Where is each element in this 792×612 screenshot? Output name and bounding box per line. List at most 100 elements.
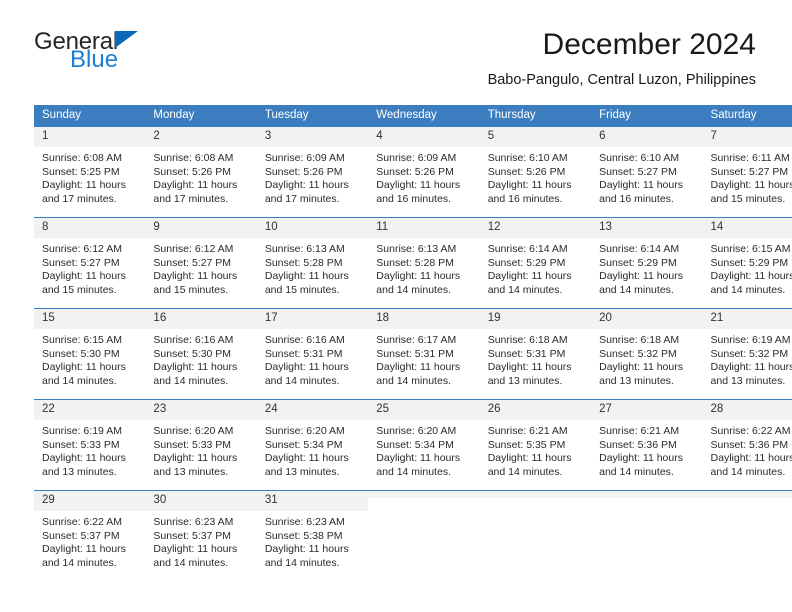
daylight-text-line2: and 14 minutes.: [376, 465, 451, 478]
day-cell[interactable]: 19 Sunrise: 6:18 AM Sunset: 5:31 PM Dayl…: [479, 308, 592, 400]
daylight-text-line2: and 17 minutes.: [153, 192, 229, 205]
sunset-text: Sunset: 5:31 PM: [264, 347, 343, 360]
weekday-header-thursday: Thursday: [479, 105, 592, 127]
day-info: Sunrise: 6:12 AM Sunset: 5:27 PM Dayligh…: [34, 238, 145, 297]
day-info: Sunrise: 6:18 AM Sunset: 5:32 PM Dayligh…: [591, 329, 702, 388]
sunset-text: Sunset: 5:27 PM: [710, 165, 789, 178]
day-cell[interactable]: 28 Sunrise: 6:22 AM Sunset: 5:36 PM Dayl…: [702, 399, 792, 491]
day-info: Sunrise: 6:19 AM Sunset: 5:33 PM Dayligh…: [34, 420, 145, 479]
daylight-text-line1: Daylight: 11 hours: [599, 179, 683, 192]
daylight-text-line1: Daylight: 11 hours: [264, 543, 349, 556]
day-cell[interactable]: 30 Sunrise: 6:23 AM Sunset: 5:37 PM Dayl…: [145, 490, 257, 581]
day-info: Sunrise: 6:20 AM Sunset: 5:33 PM Dayligh…: [145, 420, 256, 479]
day-cell[interactable]: 10 Sunrise: 6:13 AM Sunset: 5:28 PM Dayl…: [256, 217, 369, 309]
day-cell[interactable]: 17 Sunrise: 6:16 AM Sunset: 5:31 PM Dayl…: [256, 308, 369, 400]
daylight-text-line1: Daylight: 11 hours: [487, 270, 572, 283]
logo-text-blue: Blue: [70, 46, 119, 73]
day-info: Sunrise: 6:23 AM Sunset: 5:37 PM Dayligh…: [145, 511, 256, 570]
day-cell[interactable]: 27 Sunrise: 6:21 AM Sunset: 5:36 PM Dayl…: [591, 399, 703, 491]
day-cell[interactable]: 21 Sunrise: 6:19 AM Sunset: 5:32 PM Dayl…: [702, 308, 792, 400]
sunrise-text: Sunrise: 6:20 AM: [376, 425, 457, 437]
day-cell[interactable]: 4 Sunrise: 6:09 AM Sunset: 5:26 PM Dayli…: [368, 126, 480, 218]
daylight-text-line1: Daylight: 11 hours: [599, 452, 683, 465]
daylight-text-line2: and 14 minutes.: [376, 283, 451, 296]
day-info: Sunrise: 6:20 AM Sunset: 5:34 PM Dayligh…: [368, 420, 479, 479]
day-info: Sunrise: 6:15 AM Sunset: 5:29 PM Dayligh…: [703, 238, 792, 297]
day-cell[interactable]: 24 Sunrise: 6:20 AM Sunset: 5:34 PM Dayl…: [256, 399, 369, 491]
day-number: 1: [34, 127, 146, 147]
day-info: Sunrise: 6:19 AM Sunset: 5:32 PM Dayligh…: [703, 329, 792, 388]
day-cell[interactable]: 26 Sunrise: 6:21 AM Sunset: 5:35 PM Dayl…: [479, 399, 592, 491]
daylight-text-line1: Daylight: 11 hours: [153, 543, 238, 556]
day-cell[interactable]: 9 Sunrise: 6:12 AM Sunset: 5:27 PM Dayli…: [145, 217, 257, 309]
day-info: Sunrise: 6:09 AM Sunset: 5:26 PM Dayligh…: [257, 147, 368, 206]
day-cell[interactable]: 6 Sunrise: 6:10 AM Sunset: 5:27 PM Dayli…: [591, 126, 703, 218]
daylight-text-line2: and 14 minutes.: [264, 374, 340, 387]
day-cell[interactable]: 22 Sunrise: 6:19 AM Sunset: 5:33 PM Dayl…: [34, 399, 146, 491]
day-info: Sunrise: 6:08 AM Sunset: 5:26 PM Dayligh…: [145, 147, 256, 206]
daylight-text-line2: and 13 minutes.: [153, 465, 229, 478]
day-number: 12: [479, 218, 592, 238]
day-cell[interactable]: 20 Sunrise: 6:18 AM Sunset: 5:32 PM Dayl…: [591, 308, 703, 400]
day-info: Sunrise: 6:13 AM Sunset: 5:28 PM Dayligh…: [257, 238, 368, 297]
day-cell[interactable]: 3 Sunrise: 6:09 AM Sunset: 5:26 PM Dayli…: [256, 126, 369, 218]
daylight-text-line1: Daylight: 11 hours: [710, 270, 792, 283]
sunset-text: Sunset: 5:34 PM: [264, 438, 343, 451]
day-cell[interactable]: 2 Sunrise: 6:08 AM Sunset: 5:26 PM Dayli…: [145, 126, 257, 218]
sunset-text: Sunset: 5:35 PM: [487, 438, 566, 451]
day-cell[interactable]: 8 Sunrise: 6:12 AM Sunset: 5:27 PM Dayli…: [34, 217, 146, 309]
daylight-text-line2: and 13 minutes.: [42, 465, 117, 478]
sunset-text: Sunset: 5:26 PM: [264, 165, 343, 178]
day-cell[interactable]: 14 Sunrise: 6:15 AM Sunset: 5:29 PM Dayl…: [702, 217, 792, 309]
sunset-text: Sunset: 5:29 PM: [599, 256, 677, 269]
day-info: Sunrise: 6:13 AM Sunset: 5:28 PM Dayligh…: [368, 238, 479, 297]
day-info: Sunrise: 6:12 AM Sunset: 5:27 PM Dayligh…: [145, 238, 256, 297]
daylight-text-line1: Daylight: 11 hours: [42, 361, 126, 374]
day-cell[interactable]: 23 Sunrise: 6:20 AM Sunset: 5:33 PM Dayl…: [145, 399, 257, 491]
daylight-text-line2: and 13 minutes.: [710, 374, 786, 387]
day-cell[interactable]: 25 Sunrise: 6:20 AM Sunset: 5:34 PM Dayl…: [368, 399, 480, 491]
day-number: 5: [479, 127, 592, 147]
daylight-text-line2: and 13 minutes.: [599, 374, 674, 387]
day-cell[interactable]: 11 Sunrise: 6:13 AM Sunset: 5:28 PM Dayl…: [368, 217, 480, 309]
sunrise-text: Sunrise: 6:12 AM: [153, 243, 234, 255]
day-cell[interactable]: 1 Sunrise: 6:08 AM Sunset: 5:25 PM Dayli…: [34, 126, 146, 218]
weekday-header-tuesday: Tuesday: [256, 105, 369, 127]
calendar-week-row: 22 Sunrise: 6:19 AM Sunset: 5:33 PM Dayl…: [34, 399, 792, 491]
day-number: 29: [34, 491, 146, 511]
day-number: 23: [145, 400, 257, 420]
day-number: 24: [256, 400, 369, 420]
daylight-text-line2: and 15 minutes.: [710, 192, 786, 205]
day-cell[interactable]: 13 Sunrise: 6:14 AM Sunset: 5:29 PM Dayl…: [591, 217, 703, 309]
day-cell[interactable]: 5 Sunrise: 6:10 AM Sunset: 5:26 PM Dayli…: [479, 126, 592, 218]
day-cell[interactable]: 16 Sunrise: 6:16 AM Sunset: 5:30 PM Dayl…: [145, 308, 257, 400]
sunrise-text: Sunrise: 6:12 AM: [42, 243, 122, 255]
day-cell[interactable]: 18 Sunrise: 6:17 AM Sunset: 5:31 PM Dayl…: [368, 308, 480, 400]
daylight-text-line1: Daylight: 11 hours: [42, 179, 126, 192]
daylight-text-line1: Daylight: 11 hours: [376, 452, 461, 465]
sunset-text: Sunset: 5:37 PM: [42, 529, 120, 542]
sunrise-text: Sunrise: 6:11 AM: [710, 152, 790, 164]
day-cell[interactable]: 15 Sunrise: 6:15 AM Sunset: 5:30 PM Dayl…: [34, 308, 146, 400]
daylight-text-line1: Daylight: 11 hours: [710, 452, 792, 465]
day-cell[interactable]: 7 Sunrise: 6:11 AM Sunset: 5:27 PM Dayli…: [702, 126, 792, 218]
day-info: Sunrise: 6:14 AM Sunset: 5:29 PM Dayligh…: [591, 238, 702, 297]
day-number: 22: [34, 400, 146, 420]
day-cell[interactable]: 31 Sunrise: 6:23 AM Sunset: 5:38 PM Dayl…: [256, 490, 369, 581]
day-cell[interactable]: 29 Sunrise: 6:22 AM Sunset: 5:37 PM Dayl…: [34, 490, 146, 581]
day-number: 14: [702, 218, 792, 238]
sunrise-text: Sunrise: 6:14 AM: [599, 243, 680, 255]
sunrise-text: Sunrise: 6:22 AM: [710, 425, 791, 437]
daylight-text-line1: Daylight: 11 hours: [153, 452, 238, 465]
calendar-week-row: 15 Sunrise: 6:15 AM Sunset: 5:30 PM Dayl…: [34, 308, 792, 400]
day-info: Sunrise: 6:10 AM Sunset: 5:27 PM Dayligh…: [591, 147, 702, 206]
daylight-text-line2: and 14 minutes.: [42, 556, 117, 569]
day-cell-empty: [591, 490, 703, 581]
day-cell[interactable]: 12 Sunrise: 6:14 AM Sunset: 5:29 PM Dayl…: [479, 217, 592, 309]
daylight-text-line2: and 14 minutes.: [153, 556, 229, 569]
calendar-week-row: 29 Sunrise: 6:22 AM Sunset: 5:37 PM Dayl…: [34, 490, 792, 581]
weekday-header-saturday: Saturday: [702, 105, 792, 127]
sunrise-text: Sunrise: 6:23 AM: [153, 516, 234, 528]
day-cell-empty: [368, 490, 480, 581]
day-number: 11: [368, 218, 480, 238]
